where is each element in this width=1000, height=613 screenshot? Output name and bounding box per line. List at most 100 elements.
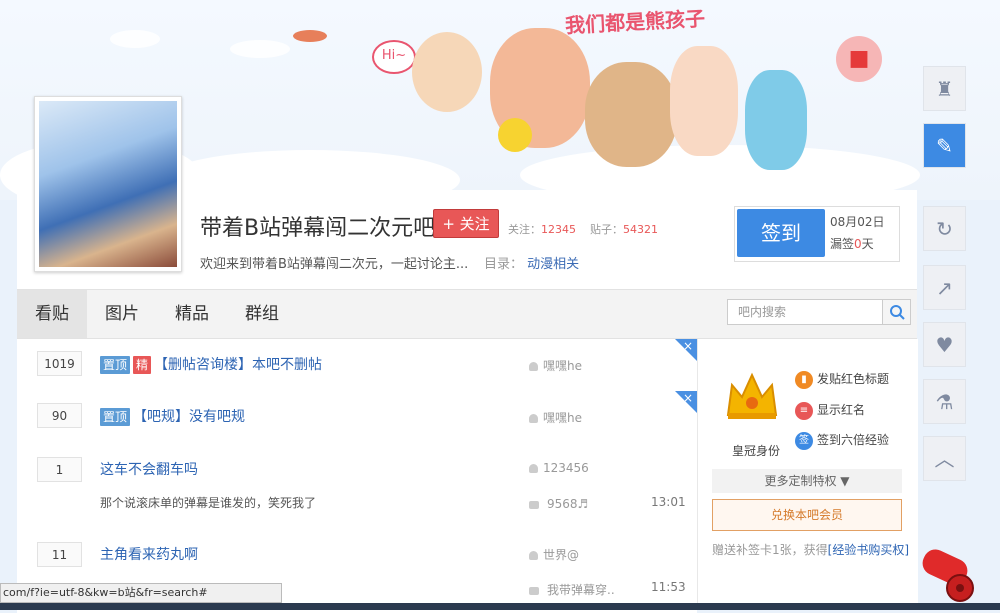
thread-author[interactable]: 嘿嘿he <box>529 409 582 426</box>
privilege-exp: 签签到六倍经验 <box>795 431 889 450</box>
posts-stat: 贴子：54321 <box>590 221 658 237</box>
bookmark-icon: ▮ <box>795 370 813 389</box>
thread-excerpt: 那个说滚床单的弹幕是谁发的，笑死我了 <box>100 496 317 510</box>
privilege-label: 签到六倍经验 <box>817 433 890 447</box>
browser-status-bar: com/f?ie=utf-8&kw=b站&fr=search# <box>0 583 282 603</box>
cloud-decoration <box>110 30 160 48</box>
privilege-label: 发贴红色标题 <box>817 372 890 386</box>
name-icon: ≡ <box>795 401 813 420</box>
refresh-icon[interactable]: ↻ <box>923 206 966 251</box>
thread-title-text[interactable]: 【吧规】没有吧规 <box>133 409 245 425</box>
character-glasses-boy <box>412 32 482 112</box>
pinned-badge: 置顶 <box>100 356 131 374</box>
edit-post-icon[interactable]: ✎ <box>923 123 966 168</box>
character-girl <box>670 46 738 156</box>
exchange-member-button[interactable]: 兑换本吧会员 <box>712 499 902 531</box>
last-reply[interactable]: 我带弹幕穿.. <box>529 581 615 598</box>
share-icon[interactable]: ↗ <box>923 265 966 310</box>
thread-author[interactable]: 嘿嘿he <box>529 357 582 374</box>
reply-count: 11 <box>37 542 82 567</box>
signin-date: 08月02日 <box>830 215 885 229</box>
forum-description: 欢迎来到带着B站弹幕闯二次元，一起讨论主... <box>200 257 469 272</box>
thread-title[interactable]: 这车不会翻车吗 <box>100 459 198 479</box>
table-row[interactable]: 1 这车不会翻车吗 那个说滚床单的弹幕是谁发的，笑死我了 123456 9568… <box>17 443 697 529</box>
missed-suffix: 天 <box>861 237 874 251</box>
sign-icon: 签 <box>795 431 813 450</box>
character-blue-monster <box>745 70 807 170</box>
reply-time: 11:53 <box>651 580 686 594</box>
character-duck <box>498 118 532 152</box>
catalog-link[interactable]: 动漫相关 <box>527 257 579 272</box>
missed-prefix: 漏签 <box>830 237 855 251</box>
thread-author[interactable]: 世界@ <box>529 546 579 563</box>
thread-title[interactable]: 置顶 【吧规】没有吧规 <box>100 406 245 426</box>
more-privileges[interactable]: 更多定制特权 ▼ <box>712 469 902 493</box>
cannon-icon[interactable] <box>920 544 982 604</box>
reply-count: 1 <box>37 457 82 482</box>
banner-slogan: 我们都是熊孩子 <box>564 6 706 38</box>
ufo-icon <box>293 30 327 42</box>
flask-icon[interactable]: ⚗ <box>923 379 966 424</box>
user-icon <box>529 551 538 560</box>
heart-icon[interactable]: ♥ <box>923 322 966 367</box>
catalog-label: 目录： <box>484 257 524 272</box>
search-icon <box>889 305 905 320</box>
last-reply-user[interactable]: 我带弹幕穿.. <box>547 583 615 597</box>
thread-author[interactable]: 123456 <box>529 461 589 475</box>
last-reply[interactable]: 9568♬ <box>529 497 588 511</box>
followers-label: 关注： <box>508 223 541 236</box>
tab-groups[interactable]: 群组 <box>227 290 297 338</box>
follow-button[interactable]: + 关注 <box>433 209 499 238</box>
back-to-top-icon[interactable]: ︿ <box>923 436 966 481</box>
followers-count: 12345 <box>541 223 576 236</box>
tab-featured[interactable]: 精品 <box>157 290 227 338</box>
forum-catalog: 目录： 动漫相关 <box>484 253 579 272</box>
signin-box: 签到 08月02日 漏签0天 <box>734 206 900 262</box>
table-row[interactable]: 90 置顶 【吧规】没有吧规 嘿嘿he × <box>17 391 697 444</box>
tab-images[interactable]: 图片 <box>87 290 157 338</box>
author-name[interactable]: 世界@ <box>543 548 579 562</box>
forum-avatar[interactable] <box>34 96 182 272</box>
author-name[interactable]: 123456 <box>543 461 589 475</box>
author-name[interactable]: 嘿嘿he <box>543 411 582 425</box>
user-icon <box>529 414 538 423</box>
signin-button[interactable]: 签到 <box>737 209 825 257</box>
forum-search-input[interactable]: 吧内搜索 <box>727 299 883 325</box>
table-row[interactable]: 1019 置顶精【删帖咨询楼】本吧不删帖 嘿嘿he × <box>17 339 697 392</box>
privilege-label: 显示红名 <box>817 403 866 417</box>
last-reply-user[interactable]: 9568♬ <box>547 497 588 511</box>
speech-bubble: Hi~ <box>372 40 416 74</box>
gift-link[interactable]: [经验书购买权] <box>828 543 909 557</box>
close-icon[interactable]: × <box>675 391 697 413</box>
search-button[interactable] <box>882 299 911 325</box>
reply-icon <box>529 586 539 595</box>
reply-count: 90 <box>37 403 82 428</box>
signin-missed: 漏签0天 <box>830 235 874 252</box>
posts-count: 54321 <box>623 223 658 236</box>
reply-count: 1019 <box>37 351 82 376</box>
user-icon <box>529 362 538 371</box>
reply-time: 13:01 <box>651 495 686 509</box>
featured-badge: 精 <box>133 356 152 374</box>
close-icon[interactable]: × <box>675 339 697 361</box>
forum-avatar-image <box>39 101 177 267</box>
gift-icon[interactable]: ■ <box>836 36 882 82</box>
gift-text: 赠送补签卡1张，获得 <box>712 543 828 557</box>
bottle-icon[interactable]: ♜ <box>923 66 966 111</box>
membership-panel: 皇冠身份 ▮ 发贴红色标题 ≡ 显示红名 签签到六倍经验 更多定制特权 ▼ 兑换本吧… <box>697 339 918 610</box>
thread-title[interactable]: 主角看来药丸啊 <box>100 544 198 564</box>
thread-title-text[interactable]: 【删帖咨询楼】本吧不删帖 <box>154 357 322 373</box>
character-bear <box>585 62 677 167</box>
tab-posts[interactable]: 看贴 <box>17 290 87 338</box>
pinned-badge: 置顶 <box>100 408 131 426</box>
author-name[interactable]: 嘿嘿he <box>543 359 582 373</box>
gift-note: 赠送补签卡1张，获得[经验书购买权] <box>712 541 909 558</box>
crown-icon <box>726 372 778 419</box>
forum-name[interactable]: 带着B站弹幕闯二次元吧 <box>200 210 435 242</box>
crown-label: 皇冠身份 <box>732 444 781 458</box>
thread-title[interactable]: 置顶精【删帖咨询楼】本吧不删帖 <box>100 354 322 374</box>
followers-stat: 关注：12345 <box>508 221 576 237</box>
user-icon <box>529 464 538 473</box>
privilege-red-name: ≡ 显示红名 <box>795 401 865 420</box>
os-taskbar <box>0 603 1000 610</box>
